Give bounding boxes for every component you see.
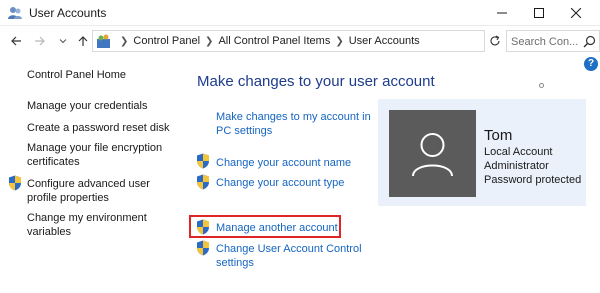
sidebar-item-control-panel-home[interactable]: Control Panel Home [27,68,126,82]
account-password-status: Password protected [484,174,582,186]
breadcrumb-separator-icon[interactable]: ❯ [335,36,343,47]
maximize-button[interactable] [519,0,559,26]
uac-shield-icon [197,240,209,256]
search-icon[interactable] [583,35,596,48]
title-bar: User Accounts [0,0,600,26]
sidebar-item-advanced-profile[interactable]: Configure advanced user profile properti… [27,177,167,205]
arrow-right-icon [35,36,45,46]
uac-shield-icon [197,174,209,190]
minimize-icon [497,12,507,14]
uac-shield-icon [197,219,209,235]
forward-button[interactable] [32,33,48,49]
account-name: Tom [484,127,513,144]
account-type-label: Local Account [484,146,553,158]
breadcrumb-separator-icon: ❯ [120,36,129,47]
change-account-type-link[interactable]: Change your account type [216,176,344,190]
sidebar-item-environment-variables[interactable]: Change my environment variables [27,211,177,239]
uac-shield-icon [197,153,209,169]
arrow-left-icon [11,36,21,46]
up-button[interactable] [75,33,91,49]
search-input[interactable] [511,34,579,49]
minimize-button[interactable] [482,0,522,26]
uac-shield-icon [9,175,21,191]
refresh-icon [490,35,500,46]
small-circle-icon [539,83,544,88]
pc-settings-link[interactable]: Make changes to my account in PC setting… [216,110,376,138]
uac-settings-link[interactable]: Change User Account Control settings [216,242,376,270]
close-icon [571,8,581,18]
page-title: Make changes to your user account [197,73,435,90]
breadcrumb-control-panel[interactable]: Control Panel [133,35,200,47]
chevron-down-icon [59,39,67,44]
user-silhouette-icon [412,133,453,177]
control-panel-icon [97,34,110,48]
maximize-icon [534,8,544,18]
change-account-name-link[interactable]: Change your account name [216,156,351,170]
back-button[interactable] [8,33,24,49]
window-title: User Accounts [29,6,107,20]
breadcrumb-all-items[interactable]: All Control Panel Items [218,35,330,47]
recent-locations-button[interactable] [55,33,71,49]
manage-another-account-link[interactable]: Manage another account [216,221,338,235]
account-role-label: Administrator [484,160,549,172]
sidebar-item-file-encryption[interactable]: Manage your file encryption certificates [27,141,177,169]
navigation-bar: ❯ Control Panel ❯ All Control Panel Items ❯ U… [0,27,600,55]
breadcrumb-separator-icon[interactable]: ❯ [205,36,213,47]
search-box[interactable] [506,30,600,52]
user-accounts-icon [8,7,22,19]
sidebar-item-password-reset-disk[interactable]: Create a password reset disk [27,121,169,135]
breadcrumb-user-accounts[interactable]: User Accounts [349,35,420,47]
sidebar-item-manage-credentials[interactable]: Manage your credentials [27,99,147,113]
breadcrumb: ❯ Control Panel ❯ All Control Panel Items ❯ U… [115,35,420,47]
close-button[interactable] [556,0,596,26]
refresh-button[interactable] [486,30,504,52]
avatar [389,110,476,197]
arrow-up-icon [78,36,88,46]
help-icon[interactable]: ? [584,57,598,71]
address-bar[interactable]: ❯ Control Panel ❯ All Control Panel Items ❯ U… [92,30,571,52]
